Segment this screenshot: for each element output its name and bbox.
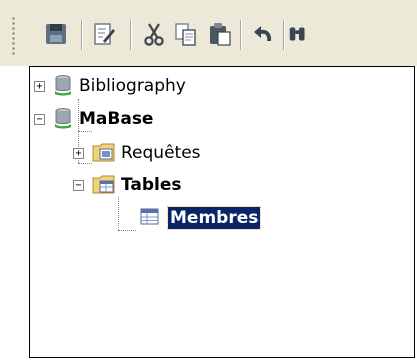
cut-button[interactable] [138, 18, 170, 50]
cut-icon [144, 23, 164, 46]
copy-button[interactable] [170, 18, 202, 50]
tables-folder-icon [92, 175, 115, 194]
database-icon [55, 108, 71, 129]
paste-icon [210, 23, 231, 46]
undo-icon [254, 26, 272, 41]
queries-folder-icon [92, 143, 115, 162]
tree-node-requetes[interactable]: Requêtes [92, 141, 242, 165]
paste-button[interactable] [204, 18, 236, 50]
binoculars-button[interactable] [287, 18, 311, 50]
collapse-mabase-button[interactable]: − [34, 114, 45, 125]
expand-requetes-button[interactable]: + [73, 148, 84, 159]
toolbar-separator [130, 20, 131, 50]
tree-line [78, 131, 92, 132]
binoculars-icon [289, 27, 305, 41]
tree-line [118, 197, 119, 230]
tree-line [78, 163, 92, 164]
tree-node-label: MaBase [79, 109, 154, 129]
tree-node-label: Bibliography [79, 76, 186, 96]
tree-line [118, 230, 136, 231]
toolbar-separator [283, 20, 284, 50]
edit-button[interactable] [88, 18, 120, 50]
tree-node-tables[interactable]: Tables [92, 173, 242, 197]
toolbar-separator [240, 20, 241, 50]
collapse-tables-button[interactable]: − [73, 180, 84, 191]
expand-bibliography-button[interactable]: + [34, 81, 45, 92]
toolbar-separator [81, 20, 82, 50]
toolbar-grip-icon[interactable] [11, 16, 16, 56]
database-icon [55, 75, 71, 96]
tree-panel: + Bibliography − MaBase + Requêtes − Tab… [29, 66, 415, 358]
copy-icon [175, 23, 196, 46]
toolbar [0, 0, 417, 66]
tree-node-membres[interactable]: Membres [138, 206, 308, 230]
undo-button[interactable] [248, 18, 280, 50]
tree-node-label: Tables [121, 175, 182, 195]
tree-node-label: Membres [166, 206, 262, 230]
save-icon [46, 24, 66, 44]
table-icon [140, 208, 159, 225]
edit-icon [94, 23, 115, 45]
tree-node-label: Requêtes [121, 143, 201, 163]
tree-node-mabase[interactable]: MaBase [52, 107, 202, 131]
tree-node-bibliography[interactable]: Bibliography [52, 74, 202, 98]
save-button[interactable] [40, 18, 72, 50]
